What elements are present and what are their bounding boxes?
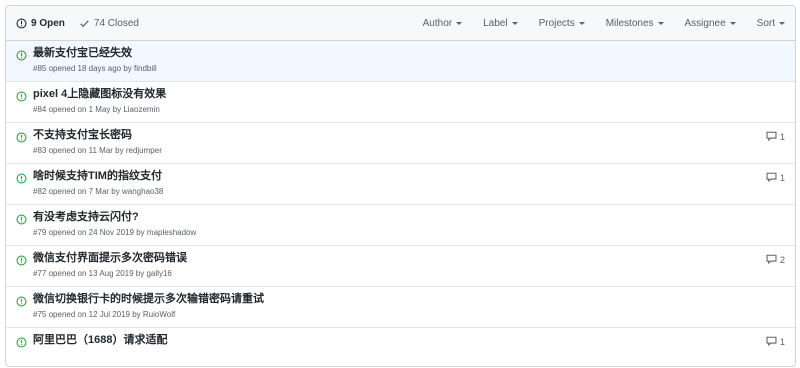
issue-opened-text: opened on 13 Aug 2019 by [48,269,145,278]
issue-row[interactable]: 微信支付界面提示多次密码错误 #77 opened on 13 Aug 2019 … [6,245,795,286]
issue-opened-text: opened on 11 Mar by [48,146,124,155]
issue-number: #75 [33,310,47,319]
issue-author-link[interactable]: Liaozemin [123,105,159,114]
comments-link[interactable]: 1 [766,172,785,184]
issue-number: #83 [33,146,47,155]
issue-number: #84 [33,105,47,114]
issue-body: 最新支付宝已经失效 #85 opened 18 days ago by findb… [33,46,755,74]
issue-opened-text: opened on 24 Nov 2019 by [48,228,145,237]
caret-down-icon [578,21,585,25]
issues-list-box: 9 Open 74 Closed Author Label Projects M… [5,5,796,367]
open-count-label: 9 Open [31,17,65,29]
issue-author-link[interactable]: wanghao38 [122,187,163,196]
issue-title-link[interactable]: 微信切换银行卡的时候提示多次输错密码请重试 [33,292,755,306]
issue-filters: Author Label Projects Milestones Assigne… [402,18,785,29]
issue-author-link[interactable]: findbill [134,64,157,73]
issue-number: #77 [33,269,47,278]
issue-state-toggle: 9 Open 74 Closed [16,18,153,29]
issue-row[interactable]: pixel 4上隐藏图标没有效果 #84 opened on 1 May by L… [6,81,795,122]
caret-down-icon [657,21,664,25]
issue-opened-text: opened 18 days ago by [48,64,132,73]
comment-icon [766,336,777,348]
issue-body: 不支持支付宝长密码 #83 opened on 11 Mar by redjump… [33,128,755,156]
issue-number: #79 [33,228,47,237]
issue-opened-text: opened on 1 May by [48,105,122,114]
comments-link[interactable]: 2 [766,254,785,266]
issue-author-link[interactable]: redjumper [126,146,162,155]
issue-title-link[interactable]: 不支持支付宝长密码 [33,128,755,142]
issue-title-link[interactable]: 阿里巴巴（1688）请求适配 [33,333,755,347]
issue-meta: #82 opened on 7 Mar by wanghao38 [33,187,755,197]
issue-row[interactable]: 微信切换银行卡的时候提示多次输错密码请重试 #75 opened on 12 Ju… [6,286,795,327]
issue-meta: #84 opened on 1 May by Liaozemin [33,105,755,115]
milestones-filter[interactable]: Milestones [606,18,664,29]
projects-filter[interactable]: Projects [539,18,585,29]
issue-opened-text: opened on 12 Jul 2019 by [48,310,141,319]
issue-title-link[interactable]: 啥时候支持TIM的指纹支付 [33,169,755,183]
caret-down-icon [456,21,463,25]
caret-down-icon [779,21,785,25]
caret-down-icon [511,21,518,25]
issue-body: pixel 4上隐藏图标没有效果 #84 opened on 1 May by L… [33,87,755,115]
issues-list: 最新支付宝已经失效 #85 opened 18 days ago by findb… [6,41,795,368]
issue-opened-icon [16,335,27,353]
issue-opened-icon [16,171,27,189]
issue-meta: #79 opened on 24 Nov 2019 by mapleshadow [33,228,755,238]
issue-meta: #83 opened on 11 Mar by redjumper [33,146,755,156]
check-icon [80,19,89,27]
comment-icon [766,254,777,266]
issue-meta: #75 opened on 12 Jul 2019 by RuioWolf [33,310,755,320]
assignee-filter[interactable]: Assignee [685,18,736,29]
comment-count: 2 [779,255,785,265]
issue-body: 有没考虑支持云闪付? #79 opened on 24 Nov 2019 by m… [33,210,755,238]
author-filter[interactable]: Author [423,18,463,29]
issue-opened-icon [16,212,27,230]
comment-icon [766,172,777,184]
issue-opened-icon [16,253,27,271]
caret-down-icon [729,21,736,25]
issue-opened-icon [16,17,27,29]
issue-opened-text: opened on 7 Mar by [48,187,120,196]
label-filter[interactable]: Label [483,18,518,29]
issue-row[interactable]: 啥时候支持TIM的指纹支付 #82 opened on 7 Mar by wang… [6,163,795,204]
issue-author-link[interactable]: gally16 [146,269,171,278]
issue-title-link[interactable]: 微信支付界面提示多次密码错误 [33,251,755,265]
issue-title-link[interactable]: pixel 4上隐藏图标没有效果 [33,87,755,101]
issue-body: 微信切换银行卡的时候提示多次输错密码请重试 #75 opened on 12 Ju… [33,292,755,320]
issue-opened-icon [16,294,27,312]
issue-opened-icon [16,48,27,66]
issue-number: #82 [33,187,47,196]
issue-opened-icon [16,89,27,107]
issue-body: 微信支付界面提示多次密码错误 #77 opened on 13 Aug 2019 … [33,251,755,279]
issue-row[interactable]: 不支持支付宝长密码 #83 opened on 11 Mar by redjump… [6,122,795,163]
closed-count-label: 74 Closed [93,17,139,29]
issue-opened-icon [16,130,27,148]
issue-body: 阿里巴巴（1688）请求适配 [33,333,755,347]
issue-body: 啥时候支持TIM的指纹支付 #82 opened on 7 Mar by wang… [33,169,755,197]
issue-row[interactable]: 有没考虑支持云闪付? #79 opened on 24 Nov 2019 by m… [6,204,795,245]
issue-author-link[interactable]: mapleshadow [147,228,196,237]
comment-icon [766,131,777,143]
issue-meta: #85 opened 18 days ago by findbill [33,64,755,74]
issue-title-link[interactable]: 有没考虑支持云闪付? [33,210,755,224]
issue-number: #85 [33,64,47,73]
issue-row[interactable]: 阿里巴巴（1688）请求适配 1 [6,327,795,368]
open-issues-tab[interactable]: 9 Open [16,18,65,29]
issues-list-header: 9 Open 74 Closed Author Label Projects M… [6,6,795,41]
comment-count: 1 [779,173,785,183]
closed-issues-tab[interactable]: 74 Closed [79,18,139,29]
sort-filter[interactable]: Sort [757,18,785,29]
comments-link[interactable]: 1 [766,336,785,348]
comments-link[interactable]: 1 [766,131,785,143]
issue-meta: #77 opened on 13 Aug 2019 by gally16 [33,269,755,279]
comment-count: 1 [779,132,785,142]
issue-row[interactable]: 最新支付宝已经失效 #85 opened 18 days ago by findb… [6,41,795,81]
issue-title-link[interactable]: 最新支付宝已经失效 [33,46,755,60]
issue-author-link[interactable]: RuioWolf [143,310,175,319]
comment-count: 1 [779,337,785,347]
